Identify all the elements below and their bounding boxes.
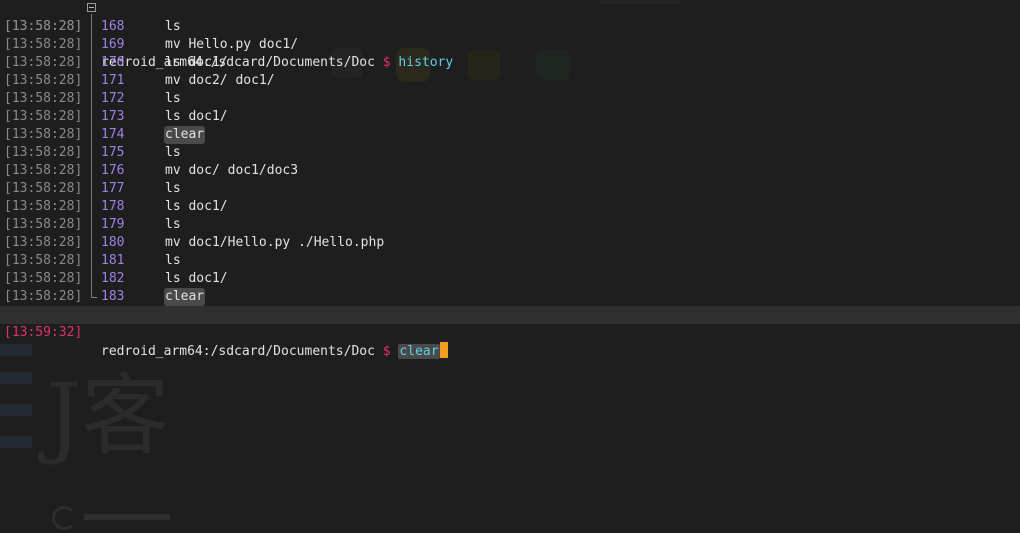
- timestamp: [13:58:28]: [4, 289, 83, 304]
- prompt-line-history: [13:58:28] redroid_arm64:/sdcard/Documen…: [0, 0, 1020, 70]
- history-row: [13:58:28] 170 ls doc1/: [0, 54, 1020, 72]
- background-bar: [84, 514, 170, 520]
- history-number: 173: [101, 109, 125, 124]
- history-command: ls: [165, 145, 181, 160]
- history-number: 171: [101, 73, 125, 88]
- history-command: clear: [164, 126, 206, 144]
- history-command: ls doc1/: [165, 109, 228, 124]
- history-row: [13:58:28] 181 ls: [0, 252, 1020, 270]
- fold-guide-end: [91, 297, 97, 298]
- prompt-symbol: $: [382, 344, 391, 359]
- command-input[interactable]: clear: [398, 344, 440, 359]
- history-row: [13:58:28] 172 ls: [0, 90, 1020, 108]
- history-number: 175: [101, 145, 125, 160]
- timestamp: [13:58:28]: [4, 19, 83, 34]
- history-row: [13:58:28] 183 clear: [0, 288, 1020, 306]
- timestamp: [13:58:28]: [4, 91, 83, 106]
- history-row: [13:58:28] 182 ls doc1/: [0, 270, 1020, 288]
- timestamp: [13:58:28]: [4, 145, 83, 160]
- history-number: 182: [101, 271, 125, 286]
- history-command: mv doc1/Hello.py ./Hello.php: [165, 235, 385, 250]
- history-row: [13:58:28] 171 mv doc2/ doc1/: [0, 72, 1020, 90]
- fold-guide-line: [91, 14, 92, 298]
- fold-toggle-icon[interactable]: [87, 3, 96, 12]
- history-command: clear: [164, 288, 206, 306]
- background-strip: [0, 436, 32, 448]
- history-command: mv doc2/ doc1/: [165, 73, 275, 88]
- history-command: ls doc1/: [165, 199, 228, 214]
- history-row: [13:58:28] 173 ls doc1/: [0, 108, 1020, 126]
- history-list: [13:58:28] 168 ls [13:58:28] 169 mv Hello.py …: [0, 18, 1020, 306]
- history-number: 172: [101, 91, 125, 106]
- history-command: ls: [165, 19, 181, 34]
- timestamp: [13:58:28]: [4, 37, 83, 52]
- history-command: ls doc1/: [165, 271, 228, 286]
- timestamp: [13:58:28]: [4, 253, 83, 268]
- history-number: 176: [101, 163, 125, 178]
- history-row: [13:58:28] 169 mv Hello.py doc1/: [0, 36, 1020, 54]
- history-row: [13:58:28] 178 ls doc1/: [0, 198, 1020, 216]
- text-cursor: [439, 342, 448, 358]
- terminal-output[interactable]: [13:58:28] redroid_arm64:/sdcard/Documen…: [0, 0, 1020, 359]
- history-command: ls: [165, 217, 181, 232]
- history-row: [13:58:28] 174 clear: [0, 126, 1020, 144]
- history-command: mv doc/ doc1/doc3: [165, 163, 299, 178]
- history-row: [13:58:28] 179 ls: [0, 216, 1020, 234]
- history-row: [13:58:28] 168 ls: [0, 18, 1020, 36]
- history-row: [13:58:28] 175 ls: [0, 144, 1020, 162]
- history-number: 178: [101, 199, 125, 214]
- prompt-path: redroid_arm64:/sdcard/Documents/Doc: [101, 344, 375, 359]
- timestamp: [13:58:28]: [4, 271, 83, 286]
- history-number: 174: [101, 127, 125, 142]
- history-number: 169: [101, 37, 125, 52]
- timestamp: [13:58:28]: [4, 163, 83, 178]
- history-number: 180: [101, 235, 125, 250]
- timestamp: [13:58:28]: [4, 199, 83, 214]
- history-number: 170: [101, 55, 125, 70]
- prompt-line-current[interactable]: [13:59:32] redroid_arm64:/sdcard/Documen…: [0, 306, 1020, 359]
- history-row: [13:58:28] 176 mv doc/ doc1/doc3: [0, 162, 1020, 180]
- timestamp: [13:58:28]: [4, 127, 83, 142]
- background-strip: [0, 404, 32, 416]
- history-number: 168: [101, 19, 125, 34]
- history-number: 179: [101, 217, 125, 232]
- timestamp: [13:58:28]: [4, 181, 83, 196]
- background-ring-icon: [52, 506, 76, 530]
- history-row: [13:58:28] 180 mv doc1/Hello.py ./Hello.ph…: [0, 234, 1020, 252]
- timestamp: [13:58:28]: [4, 109, 83, 124]
- background-watermark: J客: [46, 364, 170, 467]
- timestamp: [13:58:28]: [4, 55, 83, 70]
- history-number: 181: [101, 253, 125, 268]
- timestamp: [13:58:28]: [4, 235, 83, 250]
- history-number: 177: [101, 181, 125, 196]
- history-command: ls: [165, 181, 181, 196]
- history-command: ls: [165, 91, 181, 106]
- history-number: 183: [101, 289, 125, 304]
- history-command: ls doc1/: [165, 55, 228, 70]
- timestamp-active: [13:59:32]: [4, 325, 83, 340]
- timestamp: [13:58:28]: [4, 217, 83, 232]
- history-row: [13:58:28] 177 ls: [0, 180, 1020, 198]
- history-command: ls: [165, 253, 181, 268]
- timestamp: [13:58:28]: [4, 73, 83, 88]
- history-command: mv Hello.py doc1/: [165, 37, 299, 52]
